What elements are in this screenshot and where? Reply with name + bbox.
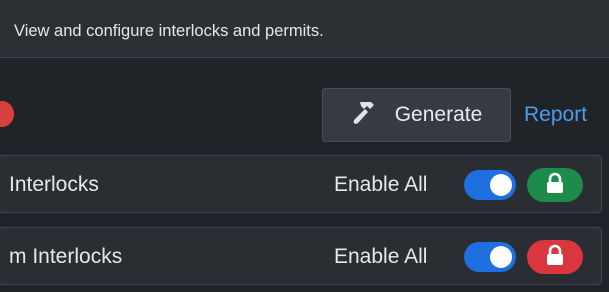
- group-title: m Interlocks: [9, 245, 123, 268]
- lock-icon: [545, 172, 565, 199]
- report-link[interactable]: Report: [524, 103, 587, 127]
- lock-button[interactable]: [527, 240, 583, 274]
- generate-button-label: Generate: [394, 103, 483, 126]
- lock-button[interactable]: [527, 168, 583, 202]
- lock-icon: [545, 244, 565, 271]
- interlock-group-row: Interlocks Enable All: [0, 155, 602, 213]
- enable-all-toggle[interactable]: [464, 242, 516, 272]
- generate-button[interactable]: Generate: [322, 88, 511, 142]
- interlock-group-row: m Interlocks Enable All: [0, 227, 602, 285]
- page-description: View and configure interlocks and permit…: [14, 22, 324, 40]
- toggle-knob: [490, 246, 512, 268]
- enable-all-toggle[interactable]: [464, 170, 516, 200]
- enable-all-label: Enable All: [334, 173, 428, 196]
- page-header: View and configure interlocks and permit…: [0, 0, 609, 58]
- enable-all-label: Enable All: [334, 245, 428, 268]
- status-indicator: [0, 101, 14, 127]
- toggle-knob: [490, 174, 512, 196]
- hammer-icon: [351, 98, 381, 132]
- group-title: Interlocks: [9, 173, 99, 196]
